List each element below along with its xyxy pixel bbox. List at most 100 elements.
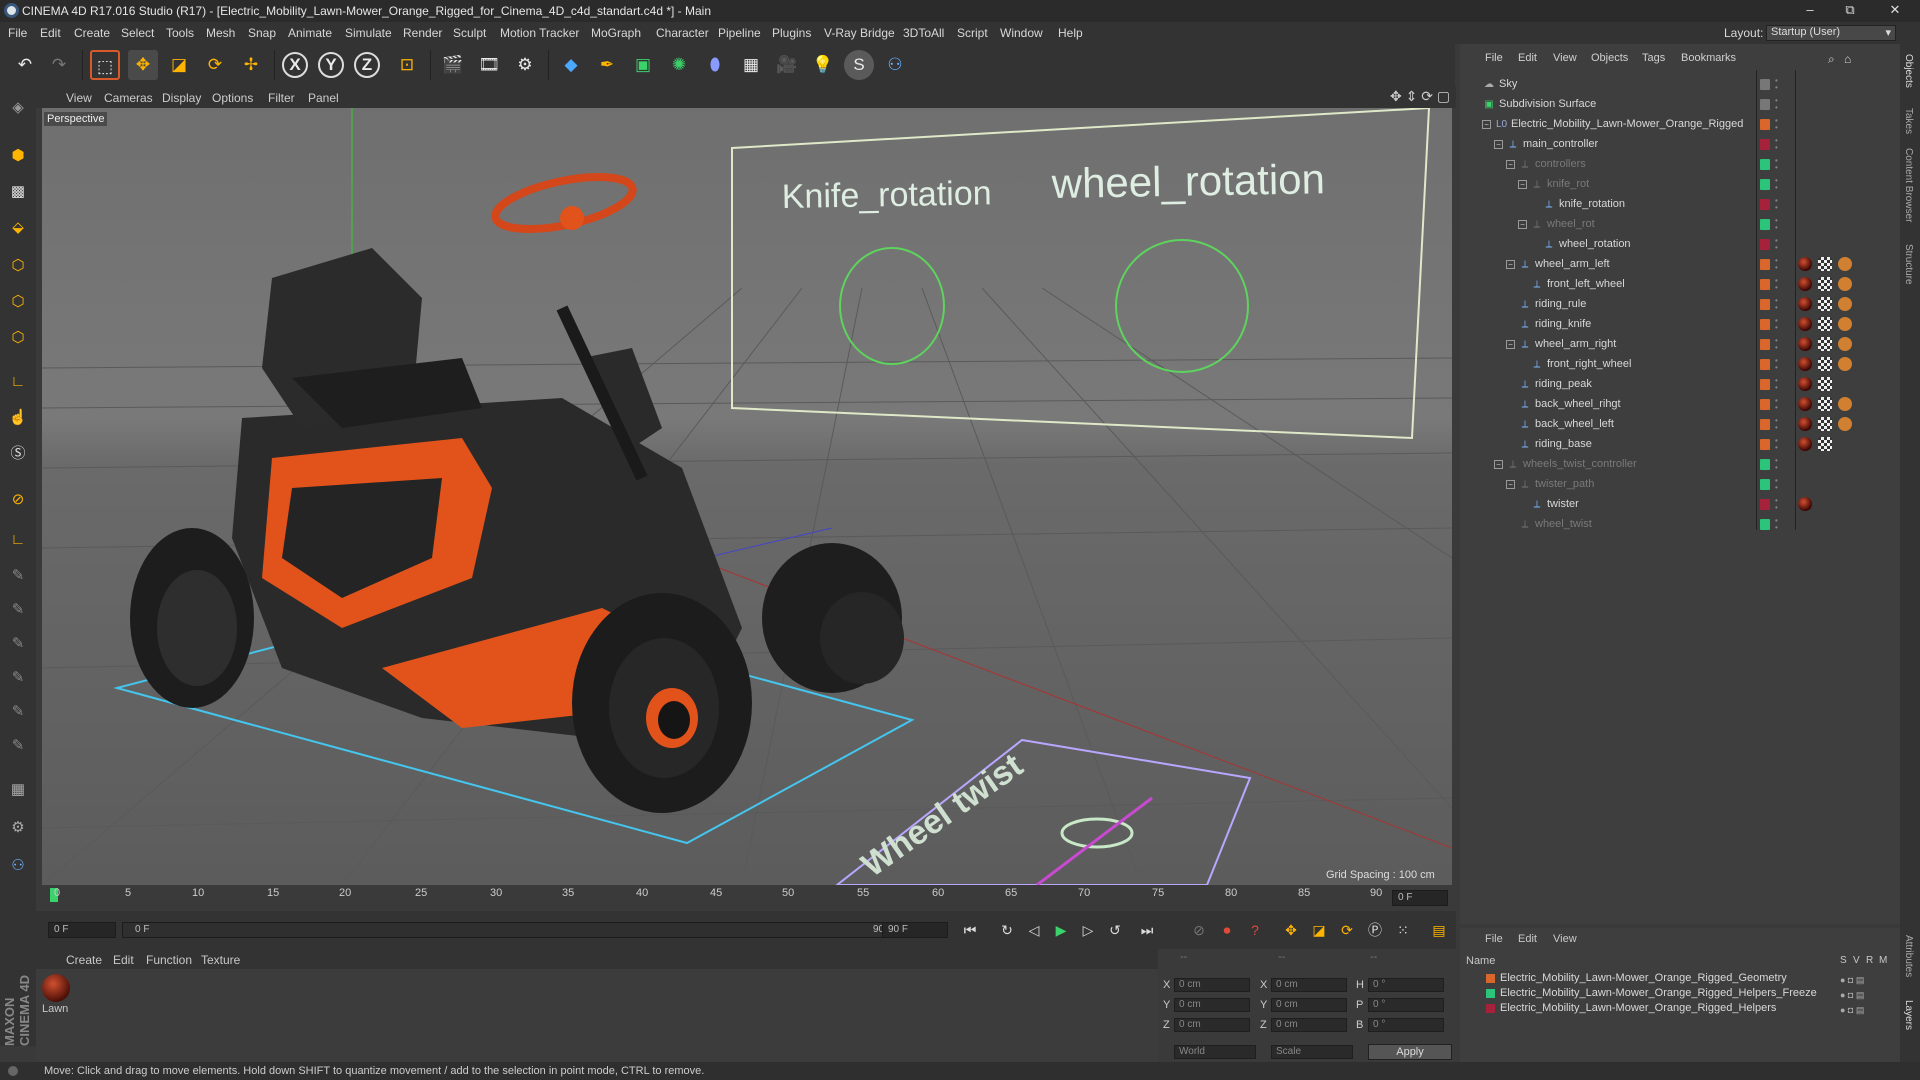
visibility-dots-icon[interactable]: • • xyxy=(1775,77,1781,92)
layer-color-tag[interactable] xyxy=(1760,479,1770,490)
menu-pipeline[interactable]: Pipeline xyxy=(718,26,761,40)
material-name-lawn[interactable]: Lawn xyxy=(42,1003,68,1015)
keyframe-selection-icon[interactable]: ? xyxy=(1244,919,1266,941)
object-name[interactable]: twister xyxy=(1547,498,1579,510)
texture-tag-icon[interactable] xyxy=(1818,317,1832,331)
viewport-nav-icons[interactable]: ✥ ⇕ ⟳ ▢ xyxy=(1390,88,1450,105)
key-position-icon[interactable]: ✥ xyxy=(1280,919,1302,941)
auto-keying-icon[interactable]: ⏺ xyxy=(1216,919,1238,941)
object-row[interactable]: − ⟂ knife_rot • • xyxy=(1460,175,1900,195)
live-selection-icon[interactable]: ⬚ xyxy=(90,50,120,80)
y-axis-lock-button[interactable]: Y xyxy=(318,52,344,78)
object-row[interactable]: ⟂ riding_knife • • xyxy=(1460,315,1900,335)
material-tag-icon[interactable] xyxy=(1798,277,1812,291)
menu-tools[interactable]: Tools xyxy=(166,26,194,40)
layer-color-tag[interactable] xyxy=(1760,499,1770,510)
om-menu-objects[interactable]: Objects xyxy=(1591,52,1628,64)
layer-color-tag[interactable] xyxy=(1760,199,1770,210)
apply-button[interactable]: Apply xyxy=(1368,1044,1452,1060)
layer-row-geometry[interactable]: Electric_Mobility_Lawn-Mower_Orange_Rigg… xyxy=(1500,972,1787,984)
constraint-tag-icon[interactable] xyxy=(1838,357,1852,371)
constraint-tag-icon[interactable] xyxy=(1838,337,1852,351)
axis-mode-icon[interactable]: ∟ xyxy=(4,368,32,396)
expand-toggle-icon[interactable]: − xyxy=(1494,140,1503,149)
frame-range-slider[interactable]: 0 F 90 F xyxy=(122,922,906,938)
menu-create[interactable]: Create xyxy=(74,26,110,40)
key-scale-icon[interactable]: ◪ xyxy=(1308,919,1330,941)
visibility-dots-icon[interactable]: • • xyxy=(1775,457,1781,472)
tab-content-browser[interactable]: Content Browser xyxy=(1903,148,1914,222)
visibility-dots-icon[interactable]: • • xyxy=(1775,297,1781,312)
key-rotation-icon[interactable]: ⟳ xyxy=(1336,919,1358,941)
material-tag-icon[interactable] xyxy=(1798,437,1812,451)
layer-color-tag[interactable] xyxy=(1760,239,1770,250)
menu-animate[interactable]: Animate xyxy=(288,26,332,40)
texture-tag-icon[interactable] xyxy=(1818,357,1832,371)
layer-color-tag[interactable] xyxy=(1760,419,1770,430)
texture-mode-icon[interactable]: ▩ xyxy=(4,178,32,206)
object-name[interactable]: wheel_rotation xyxy=(1559,238,1631,250)
menu-plugins[interactable]: Plugins xyxy=(772,26,811,40)
snapping-icon[interactable]: ⊘ xyxy=(4,486,32,514)
sculpt-pinch-icon[interactable]: ✎ xyxy=(4,732,32,760)
menu-edit[interactable]: Edit xyxy=(40,26,61,40)
vp-menu-display[interactable]: Display xyxy=(162,91,201,105)
sculpt-brush-icon[interactable]: ✎ xyxy=(4,562,32,590)
array-icon[interactable]: ✺ xyxy=(664,50,694,80)
object-name[interactable]: main_controller xyxy=(1523,138,1598,150)
object-row[interactable]: ⟂ riding_rule • • xyxy=(1460,295,1900,315)
model-mode-icon[interactable]: ⬢ xyxy=(4,142,32,170)
previous-frame-icon[interactable]: ◁ xyxy=(1023,919,1045,941)
x-axis-lock-button[interactable]: X xyxy=(282,52,308,78)
layer-color-tag[interactable] xyxy=(1760,299,1770,310)
menu-motion-tracker[interactable]: Motion Tracker xyxy=(500,26,579,40)
layer-row-helpers[interactable]: Electric_Mobility_Lawn-Mower_Orange_Rigg… xyxy=(1500,1002,1776,1014)
layer-toggle-icons[interactable]: ● ◘ ▤ ● ◘ ▤ ● ◘ ▤ xyxy=(1840,973,1864,1018)
object-row[interactable]: ☁ Sky • • xyxy=(1460,75,1900,95)
mat-menu-create[interactable]: Create xyxy=(66,953,102,967)
object-name[interactable]: controllers xyxy=(1535,158,1586,170)
constraint-tag-icon[interactable] xyxy=(1838,277,1852,291)
layer-color-tag[interactable] xyxy=(1760,179,1770,190)
visibility-dots-icon[interactable]: • • xyxy=(1775,437,1781,452)
visibility-dots-icon[interactable]: • • xyxy=(1775,217,1781,232)
object-row[interactable]: − ⟂ controllers • • xyxy=(1460,155,1900,175)
vp-menu-view[interactable]: View xyxy=(66,91,92,105)
object-name[interactable]: wheels_twist_controller xyxy=(1523,458,1637,470)
layer-color-tag[interactable] xyxy=(1760,259,1770,270)
tab-structure[interactable]: Structure xyxy=(1903,244,1914,285)
object-name[interactable]: wheel_twist xyxy=(1535,518,1592,530)
tab-takes[interactable]: Takes xyxy=(1903,108,1914,134)
object-name[interactable]: back_wheel_rihgt xyxy=(1535,398,1621,410)
visibility-dots-icon[interactable]: • • xyxy=(1775,237,1781,252)
object-name[interactable]: back_wheel_left xyxy=(1535,418,1614,430)
move-tool-icon[interactable]: ✥ xyxy=(128,50,158,80)
minimize-button[interactable]: – xyxy=(1795,2,1825,20)
visibility-dots-icon[interactable]: • • xyxy=(1775,337,1781,352)
expand-toggle-icon[interactable]: − xyxy=(1494,460,1503,469)
sculpt-pull-icon[interactable]: ✎ xyxy=(4,596,32,624)
constraint-tag-icon[interactable] xyxy=(1838,257,1852,271)
tab-attributes[interactable]: Attributes xyxy=(1903,935,1914,977)
render-picture-viewer-icon[interactable]: 🎞 xyxy=(474,50,504,80)
visibility-dots-icon[interactable]: • • xyxy=(1775,317,1781,332)
menu-script[interactable]: Script xyxy=(957,26,988,40)
solo-mode-icon[interactable]: Ⓢ xyxy=(4,440,32,468)
visibility-dots-icon[interactable]: • • xyxy=(1775,117,1781,132)
tweak-mode-icon[interactable]: ☝ xyxy=(4,404,32,432)
object-row[interactable]: − ⟂ wheel_arm_right • • xyxy=(1460,335,1900,355)
visibility-dots-icon[interactable]: • • xyxy=(1775,477,1781,492)
visibility-dots-icon[interactable]: • • xyxy=(1775,417,1781,432)
menu-select[interactable]: Select xyxy=(121,26,154,40)
floor-icon[interactable]: ▦ xyxy=(736,50,766,80)
size-y-field[interactable]: 0 cm xyxy=(1271,998,1347,1012)
layer-color-tag[interactable] xyxy=(1760,219,1770,230)
vray-icon[interactable]: S xyxy=(844,50,874,80)
timeline-ruler[interactable]: 0 5 10 15 20 25 30 35 40 45 50 55 60 65 … xyxy=(42,885,1452,911)
layout-dropdown[interactable]: Startup (User) ▾ xyxy=(1766,25,1896,41)
timeline-window-icon[interactable]: ▤ xyxy=(1428,919,1450,941)
python-script-icon[interactable]: ⚇ xyxy=(4,852,32,880)
texture-tag-icon[interactable] xyxy=(1818,437,1832,451)
object-name[interactable]: knife_rot xyxy=(1547,178,1589,190)
object-name[interactable]: Subdivision Surface xyxy=(1499,98,1596,110)
